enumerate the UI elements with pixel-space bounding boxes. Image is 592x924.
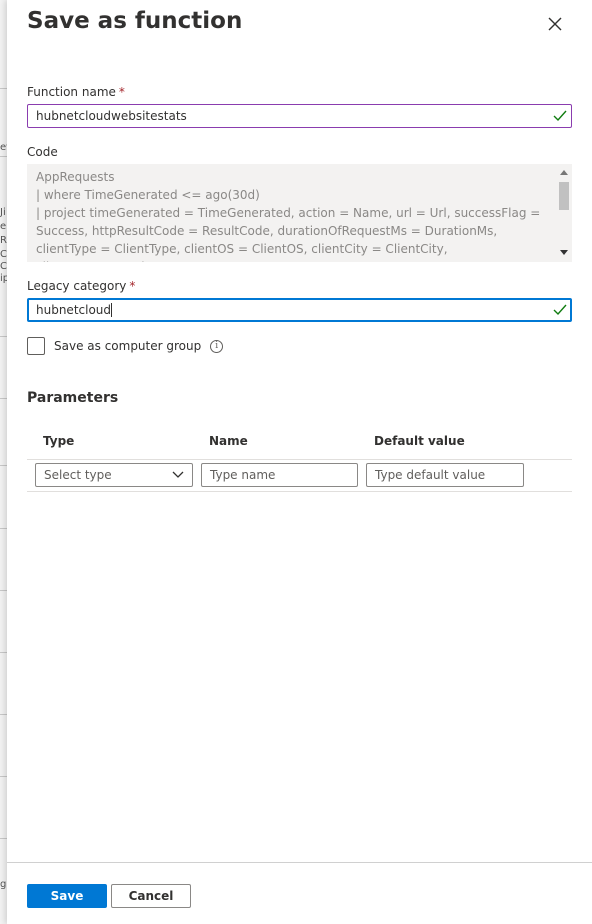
bg-text: ip — [0, 273, 7, 284]
function-name-input[interactable]: hubnetcloudwebsitestats — [27, 104, 572, 128]
bg-divider — [0, 336, 7, 337]
type-select[interactable]: Select type — [35, 463, 193, 487]
required-marker: * — [129, 279, 136, 293]
bg-divider — [0, 156, 7, 157]
scroll-thumb[interactable] — [559, 182, 569, 210]
computer-group-label: Save as computer group — [54, 339, 202, 353]
legacy-category-label: Legacy category * — [27, 279, 135, 293]
panel-title: Save as function — [27, 8, 243, 34]
default-value-placeholder: Type default value — [375, 468, 486, 482]
bg-divider — [0, 838, 7, 839]
computer-group-option: Save as computer group i — [27, 337, 224, 355]
default-value-input[interactable]: Type default value — [366, 463, 524, 487]
parameter-name-placeholder: Type name — [210, 468, 276, 482]
bg-text: g — [0, 879, 7, 890]
parameter-name-input[interactable]: Type name — [201, 463, 358, 487]
function-name-value: hubnetcloudwebsitestats — [36, 109, 187, 123]
code-scrollbar[interactable] — [556, 164, 572, 262]
checkmark-icon — [553, 110, 567, 122]
text-cursor — [111, 303, 113, 317]
cancel-button[interactable]: Cancel — [111, 884, 191, 908]
background-page: ev Ji er Re Co Ci ip g — [0, 0, 7, 924]
bg-divider — [0, 652, 7, 653]
bg-divider — [0, 776, 7, 777]
bg-text: ev — [0, 142, 7, 153]
bg-text: Ci — [0, 261, 7, 272]
code-text: AppRequests | where TimeGenerated <= ago… — [36, 170, 541, 262]
bg-text: er — [0, 221, 7, 232]
code-textarea[interactable]: AppRequests | where TimeGenerated <= ago… — [27, 164, 572, 262]
save-button[interactable]: Save — [27, 884, 107, 908]
function-name-label-text: Function name — [27, 85, 116, 99]
computer-group-checkbox[interactable] — [27, 337, 45, 355]
bg-text: Co — [0, 249, 7, 260]
column-header-default-value: Default value — [374, 434, 465, 448]
bg-divider — [0, 714, 7, 715]
save-as-function-panel: Save as function Function name * hubnetcl… — [7, 0, 592, 924]
table-divider — [27, 459, 572, 460]
bg-divider — [0, 88, 7, 89]
code-label: Code — [27, 145, 58, 159]
column-header-name: Name — [209, 434, 248, 448]
function-name-label: Function name * — [27, 85, 125, 99]
parameters-heading: Parameters — [27, 390, 119, 406]
bg-divider — [0, 590, 7, 591]
legacy-category-value: hubnetcloud — [36, 303, 112, 317]
bg-divider — [0, 465, 7, 466]
bg-text: Re — [0, 235, 7, 246]
bg-text: Ji — [0, 207, 6, 218]
bg-divider — [0, 398, 7, 399]
legacy-category-input[interactable]: hubnetcloud — [27, 298, 572, 322]
info-icon[interactable]: i — [210, 339, 224, 353]
required-marker: * — [118, 85, 125, 99]
scroll-up-arrow-icon[interactable] — [560, 170, 568, 175]
scroll-down-arrow-icon[interactable] — [560, 250, 568, 255]
bg-divider — [0, 528, 7, 529]
legacy-category-label-text: Legacy category — [27, 279, 127, 293]
type-select-placeholder: Select type — [44, 468, 112, 482]
close-icon[interactable] — [544, 13, 566, 35]
footer-divider — [7, 862, 592, 863]
column-header-type: Type — [43, 434, 75, 448]
chevron-down-icon — [172, 471, 184, 478]
checkmark-icon — [553, 304, 567, 316]
table-divider — [27, 491, 572, 492]
